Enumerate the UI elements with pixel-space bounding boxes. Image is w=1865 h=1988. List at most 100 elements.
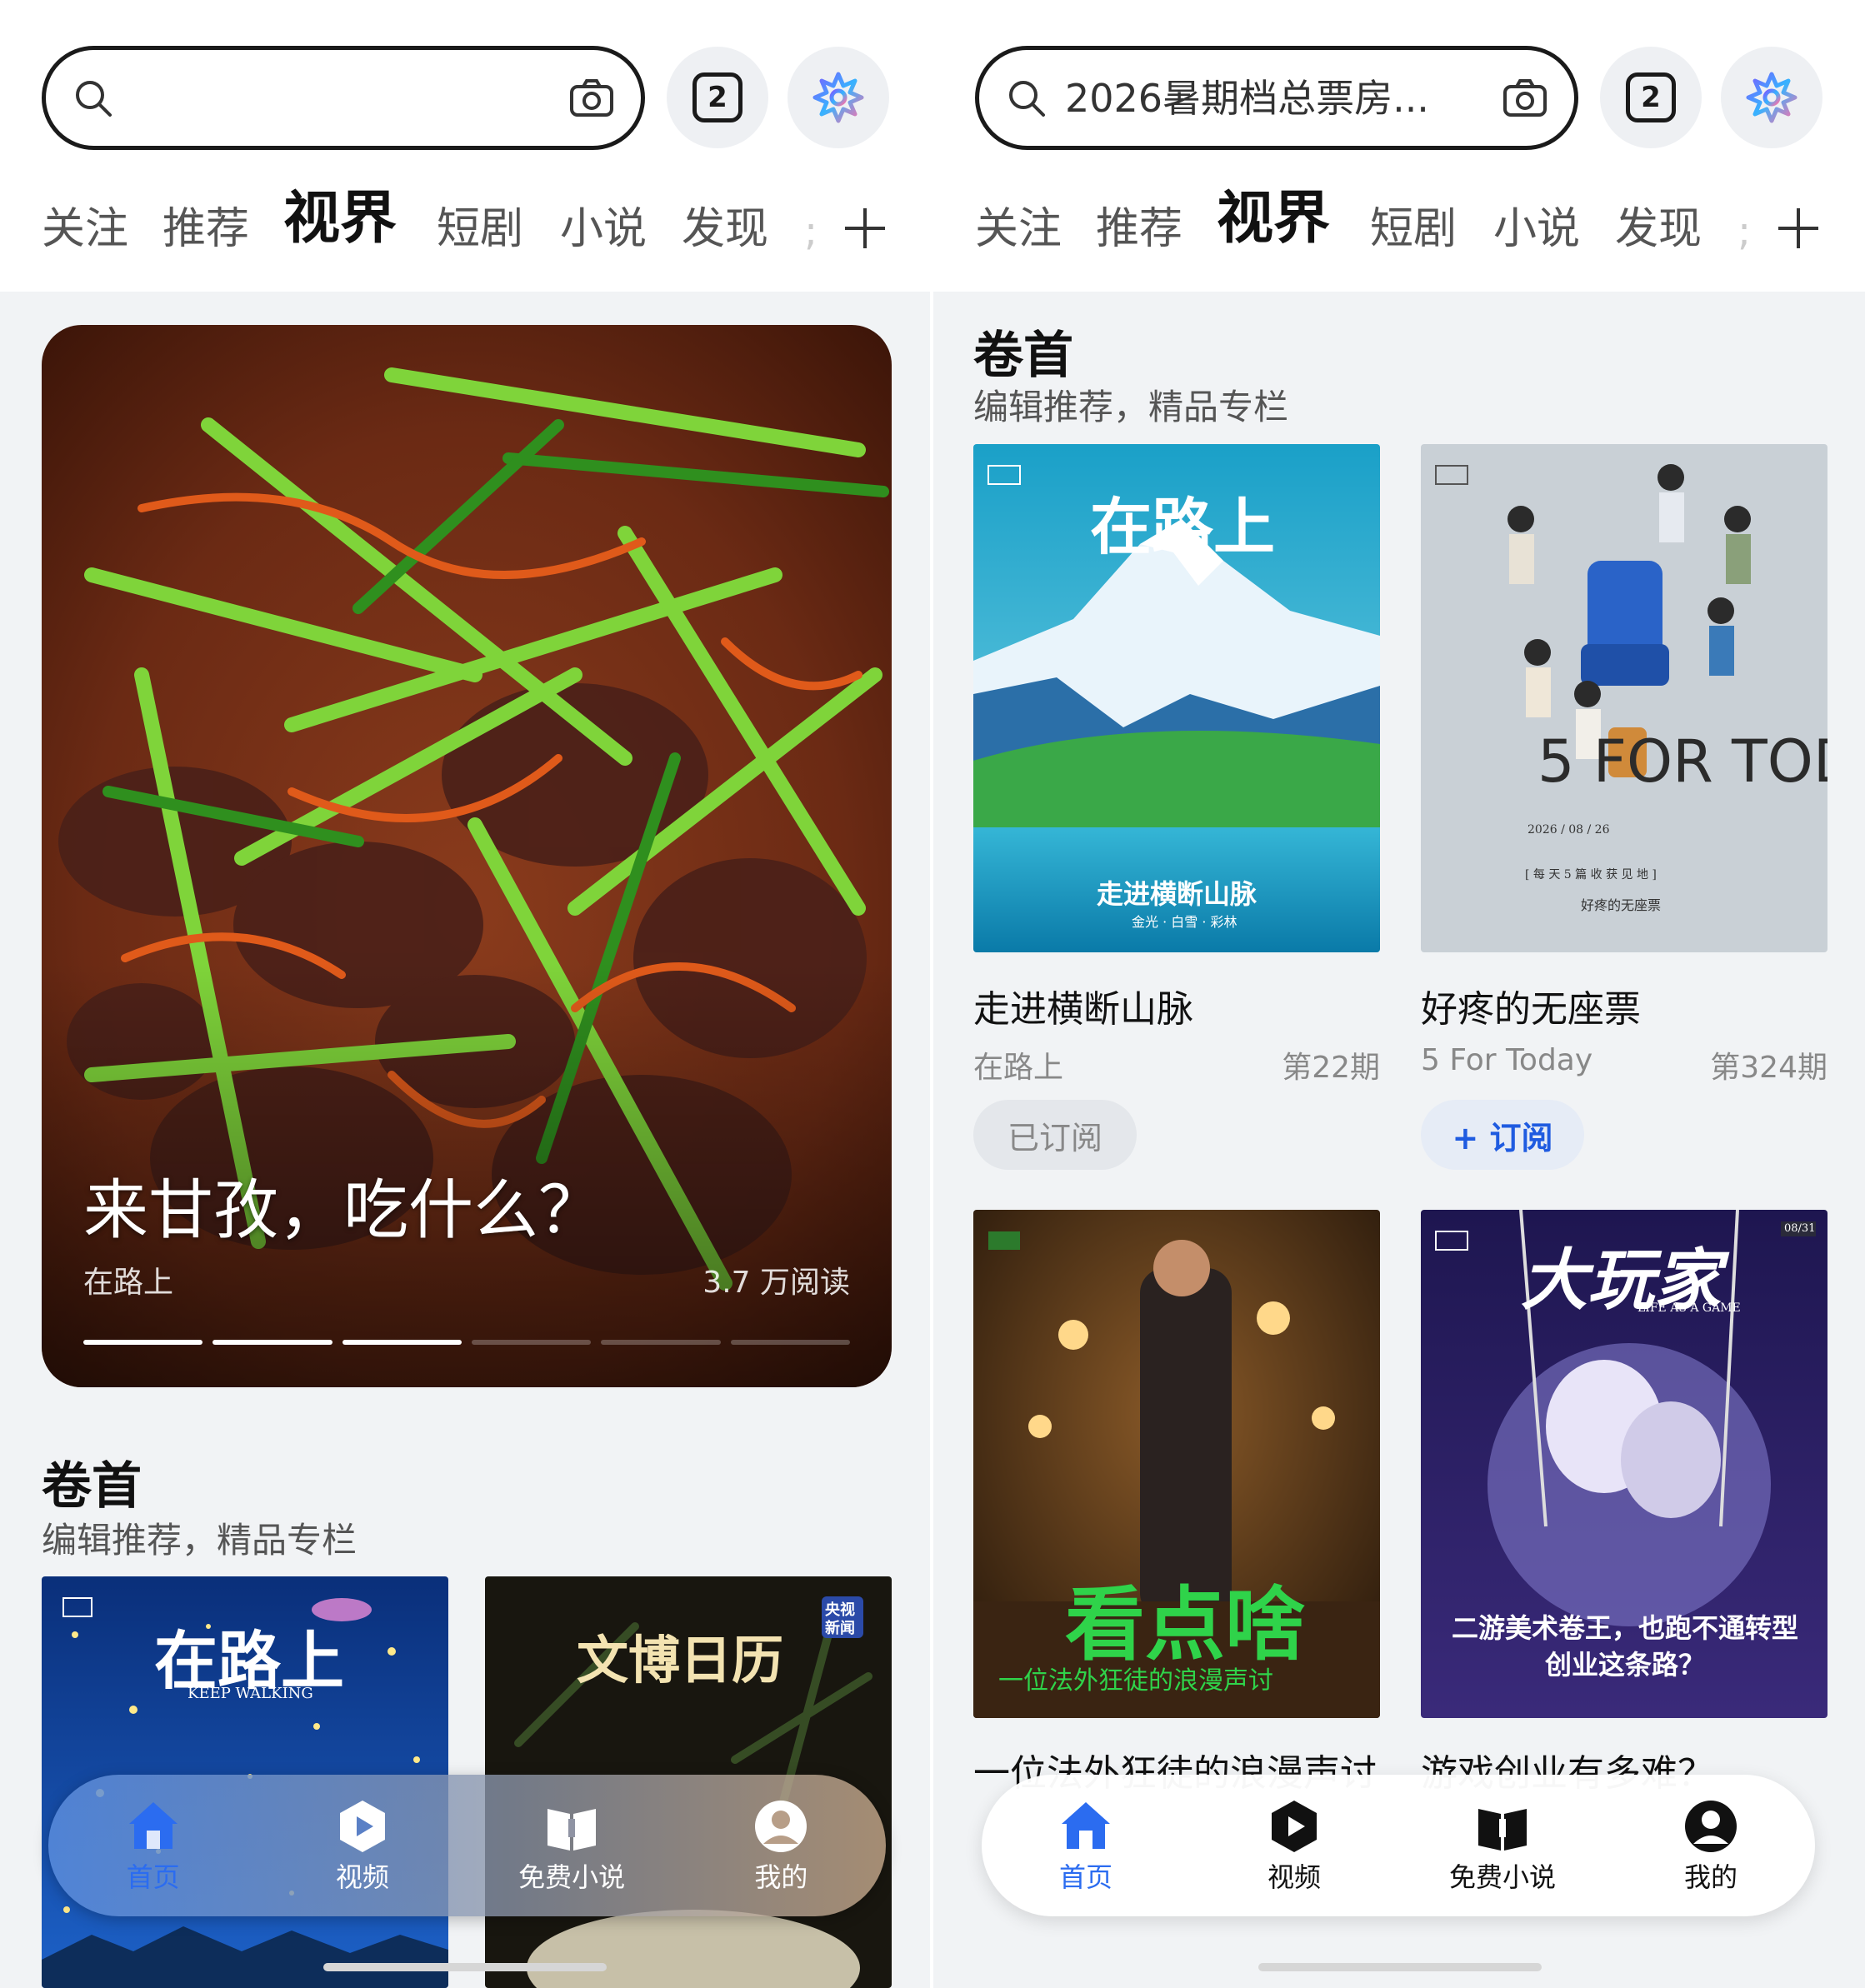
nav-home[interactable]: 首页 — [1002, 1797, 1169, 1894]
bottom-navigation: 首页 视频 免费小说 我的 — [48, 1775, 886, 1916]
search-icon — [1009, 81, 1045, 117]
card-issue: 第22期 — [1282, 1051, 1380, 1085]
search-input[interactable]: 2026暑期档总票房... — [1065, 73, 1449, 123]
header: 2 关注 推荐 视界 短剧 小说 发现 ; — [0, 0, 930, 292]
carousel-dot — [83, 1340, 203, 1345]
nav-video[interactable]: 视频 — [279, 1797, 446, 1894]
channel-follow[interactable]: 关注 — [42, 200, 128, 258]
channel-bar: 关注 推荐 视界 短剧 小说 发现 ; — [933, 175, 1865, 267]
section-title: 卷首 — [42, 1457, 142, 1516]
camera-icon[interactable] — [1502, 78, 1548, 118]
cover-masthead: 看点啥 — [1065, 1577, 1305, 1671]
book-icon — [1478, 1809, 1527, 1851]
nav-profile[interactable]: 我的 — [1628, 1797, 1794, 1894]
magazine-cover-mountains[interactable]: 在路上 走进横断山脉 金光 · 白雪 · 彩林 — [973, 444, 1380, 952]
card-title[interactable]: 走进横断山脉 — [973, 979, 1193, 1032]
carousel-dot — [730, 1340, 850, 1345]
card-title[interactable]: 好疼的无座票 — [1421, 979, 1641, 1032]
channel-discover[interactable]: 发现 — [1615, 200, 1702, 258]
bottom-navigation: 首页 视频 免费小说 我的 — [982, 1775, 1815, 1916]
channel-recommend[interactable]: 推荐 — [1096, 200, 1182, 258]
profile-icon — [1685, 1801, 1737, 1852]
magazine-cover-da-wan-jia[interactable]: 大玩家 LIFE AS A GAME 08/31 二游美术卷王，也跑不通转型创业… — [1421, 1210, 1828, 1718]
ai-assistant-button[interactable] — [1721, 47, 1822, 148]
nav-profile[interactable]: 我的 — [698, 1797, 864, 1894]
card-source: 5 For Today — [1421, 1043, 1593, 1077]
hero-source: 在路上 — [83, 1266, 174, 1300]
nav-free-novel[interactable]: 免费小说 — [1419, 1797, 1586, 1894]
nav-free-novel-label: 免费小说 — [518, 1861, 626, 1893]
cover-headline: 二游美术卷王，也跑不通转型创业这条路？ — [1451, 1612, 1798, 1681]
tab-count-button[interactable]: 2 — [1600, 47, 1702, 148]
nav-home[interactable]: 首页 — [70, 1797, 237, 1894]
sparkle-icon — [812, 72, 864, 123]
channel-novel[interactable]: 小说 — [1493, 200, 1580, 258]
channel-novel[interactable]: 小说 — [560, 200, 647, 258]
tab-count: 2 — [692, 72, 742, 122]
cover-masthead: 文博日历 — [577, 1630, 784, 1691]
hero-read-count: 3.7 万阅读 — [702, 1266, 850, 1300]
cover-headline: 一位法外狂徒的浪漫声讨 — [998, 1666, 1273, 1696]
channel-discover[interactable]: 发现 — [682, 200, 768, 258]
overflow-fade: ; — [1738, 208, 1752, 255]
nav-video-label: 视频 — [335, 1861, 389, 1893]
section-subtitle: 编辑推荐，精品专栏 — [42, 1520, 358, 1561]
channel-short-drama[interactable]: 短剧 — [1370, 200, 1457, 258]
tab-count-button[interactable]: 2 — [667, 47, 768, 148]
hero-carousel[interactable]: 来甘孜，吃什么？ 在路上 3.7 万阅读 — [42, 325, 892, 1387]
magazine-cover-5-for-today[interactable]: 5 FOR TODAY 2026 / 08 / 26 [ 每 天 5 篇 收 获… — [1421, 444, 1828, 952]
gesture-bar — [323, 1963, 607, 1971]
search-bar[interactable] — [42, 46, 645, 150]
nav-free-novel[interactable]: 免费小说 — [488, 1797, 655, 1894]
cover-date: 2026 / 08 / 26 — [1528, 823, 1610, 837]
carousel-dot — [601, 1340, 721, 1345]
add-channel-icon[interactable] — [1773, 203, 1823, 253]
cctv-news-badge: 央视 新闻 — [825, 1601, 855, 1637]
video-icon — [1272, 1801, 1317, 1852]
nav-profile-label: 我的 — [1683, 1861, 1738, 1893]
carousel-dot — [471, 1340, 592, 1345]
carousel-dot — [212, 1340, 332, 1345]
nav-free-novel-label: 免费小说 — [1448, 1861, 1556, 1893]
hero-title: 来甘孜，吃什么？ — [83, 1173, 604, 1248]
cover-subline: 金光 · 白雪 · 彩林 — [1132, 914, 1238, 930]
ai-assistant-button[interactable] — [788, 47, 889, 148]
camera-icon[interactable] — [569, 78, 614, 118]
carousel-indicator — [83, 1340, 850, 1345]
profile-icon — [755, 1801, 808, 1852]
cover-headline: 走进横断山脉 — [1097, 878, 1258, 910]
add-channel-icon[interactable] — [840, 203, 890, 253]
left-screen: 2 关注 推荐 视界 短剧 小说 发现 ; 来甘孜，吃什么？ 在路上 3.7 万… — [0, 0, 930, 1988]
screenshot-stage: 2 关注 推荐 视界 短剧 小说 发现 ; 来甘孜，吃什么？ 在路上 3.7 万… — [0, 0, 1865, 1988]
section-title: 卷首 — [973, 327, 1073, 385]
channel-short-drama[interactable]: 短剧 — [437, 200, 523, 258]
search-input[interactable] — [132, 73, 516, 123]
subscribe-button[interactable]: + 订阅 — [1421, 1100, 1584, 1170]
channel-follow[interactable]: 关注 — [975, 200, 1062, 258]
home-icon — [128, 1802, 178, 1849]
subscribed-button[interactable]: 已订阅 — [973, 1100, 1137, 1170]
nav-profile-label: 我的 — [754, 1861, 808, 1893]
cover-tagline: LIFE AS A GAME — [1638, 1301, 1741, 1315]
book-icon — [548, 1809, 597, 1851]
cover-tagline: KEEP WALKING — [188, 1685, 313, 1702]
section-subtitle: 编辑推荐，精品专栏 — [973, 387, 1289, 427]
cover-date: 08/31 — [1784, 1222, 1816, 1235]
channel-shijie[interactable]: 视界 — [1217, 190, 1330, 248]
cover-masthead: 5 FOR TODAY — [1538, 727, 1828, 796]
nav-home-label: 首页 — [126, 1861, 180, 1893]
channel-recommend[interactable]: 推荐 — [162, 200, 249, 258]
nav-video[interactable]: 视频 — [1211, 1797, 1378, 1894]
channel-shijie[interactable]: 视界 — [283, 190, 397, 248]
cover-masthead: 在路上 — [1090, 492, 1275, 563]
sparkle-icon — [1746, 72, 1798, 123]
cover-headline: 好疼的无座票 — [1581, 897, 1662, 913]
header: 2026暑期档总票房... 2 关注 推荐 视界 短剧 小说 发现 ; — [933, 0, 1865, 292]
nav-video-label: 视频 — [1267, 1861, 1321, 1893]
search-bar[interactable]: 2026暑期档总票房... — [975, 46, 1578, 150]
home-icon — [1062, 1802, 1110, 1849]
overflow-fade: ; — [804, 208, 818, 255]
video-icon — [339, 1801, 385, 1852]
magazine-cover-kandiansha[interactable]: 看点啥 一位法外狂徒的浪漫声讨 — [973, 1210, 1380, 1718]
nav-home-label: 首页 — [1058, 1861, 1112, 1893]
